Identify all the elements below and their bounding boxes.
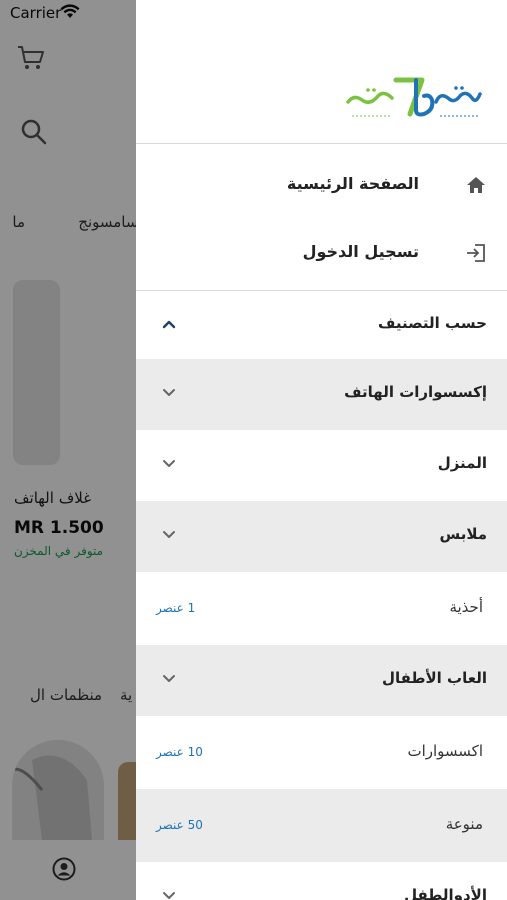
home-icon: [467, 177, 485, 193]
category-shoes[interactable]: أحذية 1 عنصر: [136, 572, 507, 645]
category-misc[interactable]: منوعة 50 عنصر: [136, 789, 507, 862]
item-count: 10 عنصر: [156, 745, 203, 759]
category-phone-accessories[interactable]: إكسسوارات الهاتف: [136, 359, 507, 430]
section-header-by-category[interactable]: حسب التصنيف: [136, 290, 507, 361]
brand-logo: [346, 77, 482, 117]
divider: [136, 143, 507, 144]
section-header-label: حسب التصنيف: [378, 314, 487, 332]
category-clothes[interactable]: ملابس: [136, 501, 507, 572]
login-icon: [467, 244, 485, 262]
category-label: منوعة: [445, 815, 483, 833]
chevron-up-icon: [162, 320, 176, 329]
item-count: 50 عنصر: [156, 818, 203, 832]
chevron-down-icon: [163, 460, 175, 467]
category-label: المنزل: [437, 454, 487, 472]
chevron-down-icon: [163, 389, 175, 396]
category-accessories[interactable]: اكسسوارات 10 عنصر: [136, 716, 507, 789]
category-baby-tools[interactable]: الأدوالطفل: [136, 862, 507, 900]
category-label: إكسسوارات الهاتف: [344, 383, 487, 401]
side-drawer: الصفحة الرئيسية تسجيل الدخول حسب التصنيف…: [136, 0, 507, 900]
chevron-down-icon: [163, 675, 175, 682]
category-kids-toys[interactable]: العاب الأطفال: [136, 645, 507, 716]
menu-item-home[interactable]: الصفحة الرئيسية: [136, 152, 507, 220]
category-label: ملابس: [439, 525, 487, 543]
chevron-down-icon: [163, 892, 175, 899]
category-label: أحذية: [449, 598, 483, 616]
menu-item-label: الصفحة الرئيسية: [286, 174, 419, 193]
category-label: العاب الأطفال: [381, 669, 487, 687]
category-label: اكسسوارات: [407, 742, 483, 760]
menu-item-login[interactable]: تسجيل الدخول: [136, 220, 507, 288]
menu-item-label: تسجيل الدخول: [302, 242, 419, 261]
category-label: الأدوالطفل: [404, 886, 487, 900]
category-home[interactable]: المنزل: [136, 430, 507, 501]
item-count: 1 عنصر: [156, 601, 196, 615]
chevron-down-icon: [163, 531, 175, 538]
